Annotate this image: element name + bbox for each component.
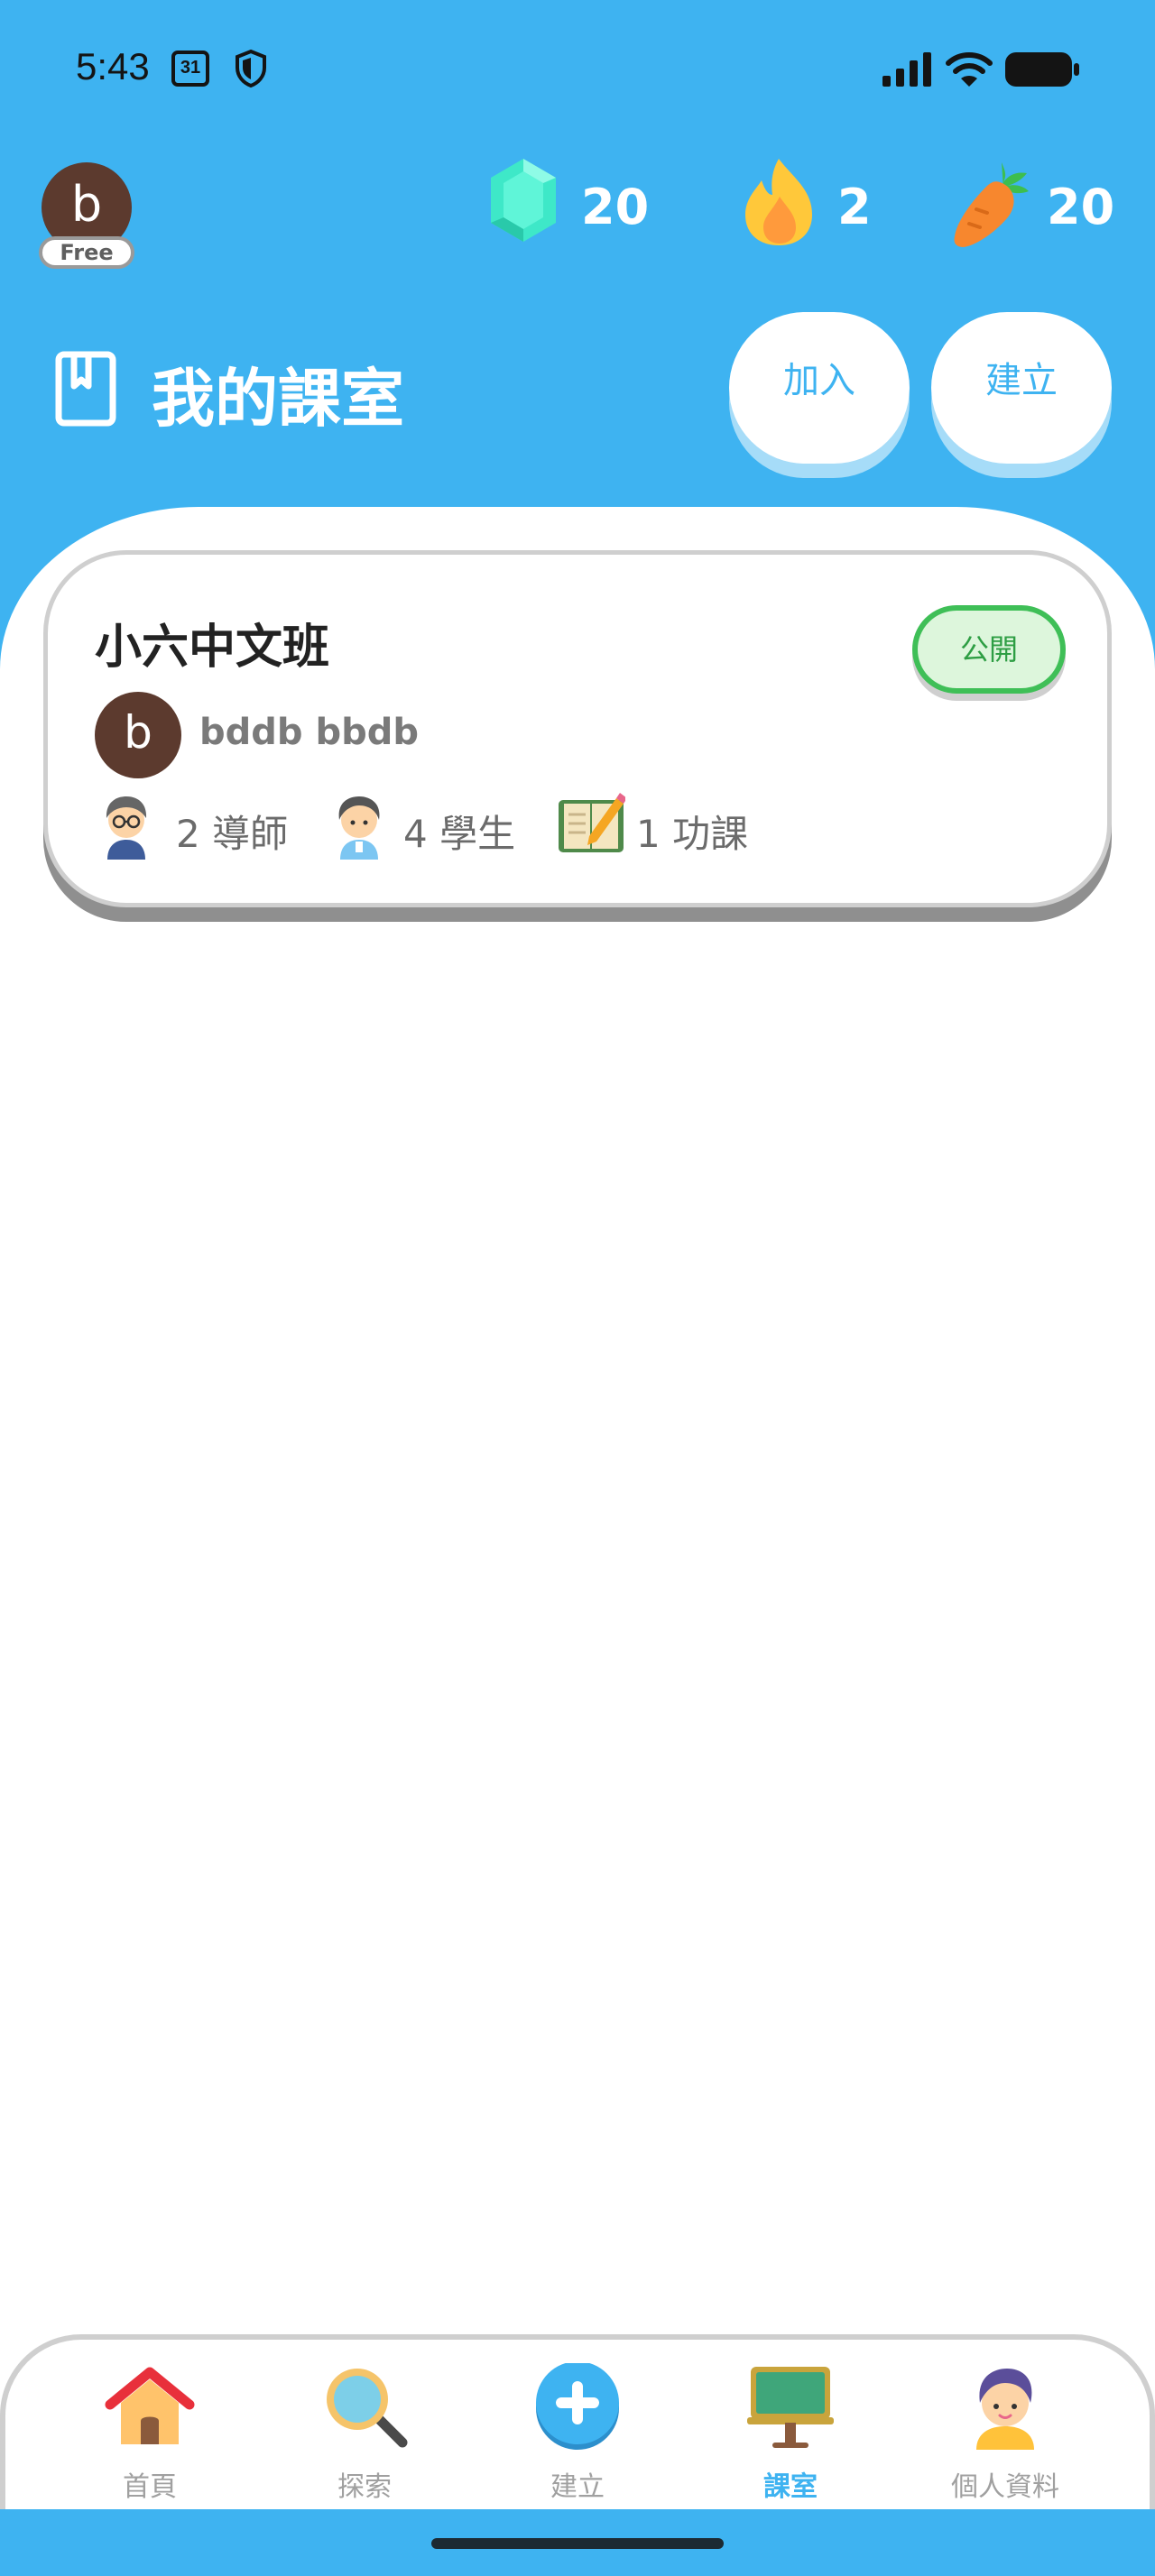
class-card[interactable]: 小六中文班 公開 b bddb bbdb 2 導師 4 學生 1 功課 — [43, 550, 1112, 907]
signal-icon — [882, 52, 931, 87]
homework-book-icon — [559, 793, 627, 852]
homework-count-label: 1 功課 — [636, 812, 749, 856]
streak-counter[interactable]: 2 — [740, 155, 884, 263]
nav-item-home[interactable]: 首頁 — [60, 2363, 240, 2503]
profile-icon — [976, 2369, 1034, 2450]
nav-label-create: 建立 — [550, 2471, 605, 2503]
create-button[interactable]: 建立 — [931, 312, 1112, 464]
homework-count: 1 功課 — [557, 791, 773, 863]
student-icon — [338, 796, 380, 860]
carrot-counter[interactable]: 20 — [949, 155, 1130, 263]
student-count-label: 4 學生 — [403, 812, 516, 856]
nav-label-explore: 探索 — [337, 2471, 392, 2503]
nav-item-explore[interactable]: 探索 — [274, 2363, 455, 2503]
student-count: 4 學生 — [328, 791, 544, 863]
nav-item-profile[interactable]: 個人資料 — [915, 2363, 1095, 2503]
battery-icon — [1005, 52, 1079, 87]
gem-counter[interactable]: 20 — [485, 155, 666, 263]
gem-count: 20 — [581, 179, 650, 235]
nav-label-classroom: 課室 — [763, 2471, 818, 2503]
join-button[interactable]: 加入 — [729, 312, 910, 464]
class-name: 小六中文班 — [95, 621, 330, 675]
plan-badge: Free — [39, 236, 134, 269]
nav-item-classroom[interactable]: 課室 — [700, 2363, 881, 2503]
nav-label-profile: 個人資料 — [951, 2471, 1059, 2503]
wifi-icon — [946, 52, 993, 87]
classroom-icon — [747, 2367, 834, 2448]
teacher-count: 2 導師 — [95, 791, 311, 863]
streak-count: 2 — [837, 179, 872, 235]
page-title: 我的課室 — [152, 362, 404, 436]
shield-icon — [236, 49, 266, 88]
gem-icon — [491, 159, 556, 242]
carrot-icon — [954, 162, 1029, 247]
bottom-nav: 首頁 探索 建立 課室 個人資料 — [0, 2334, 1155, 2509]
visibility-badge: 公開 — [912, 605, 1066, 694]
plus-icon — [536, 2363, 619, 2450]
status-time: 5:43 — [76, 45, 150, 87]
home-icon — [105, 2367, 195, 2444]
flame-icon — [745, 159, 812, 245]
teacher-icon — [106, 796, 147, 860]
home-indicator[interactable] — [431, 2538, 724, 2549]
book-icon — [55, 351, 116, 427]
owner-avatar: b — [95, 692, 181, 778]
calendar-icon: 31 — [171, 51, 209, 87]
teacher-count-label: 2 導師 — [176, 812, 289, 856]
magnifier-icon — [327, 2369, 408, 2448]
carrot-count: 20 — [1047, 179, 1115, 235]
nav-item-create[interactable]: 建立 — [487, 2363, 668, 2503]
owner-name: bddb bbdb — [199, 712, 419, 753]
nav-label-home: 首頁 — [123, 2471, 177, 2503]
